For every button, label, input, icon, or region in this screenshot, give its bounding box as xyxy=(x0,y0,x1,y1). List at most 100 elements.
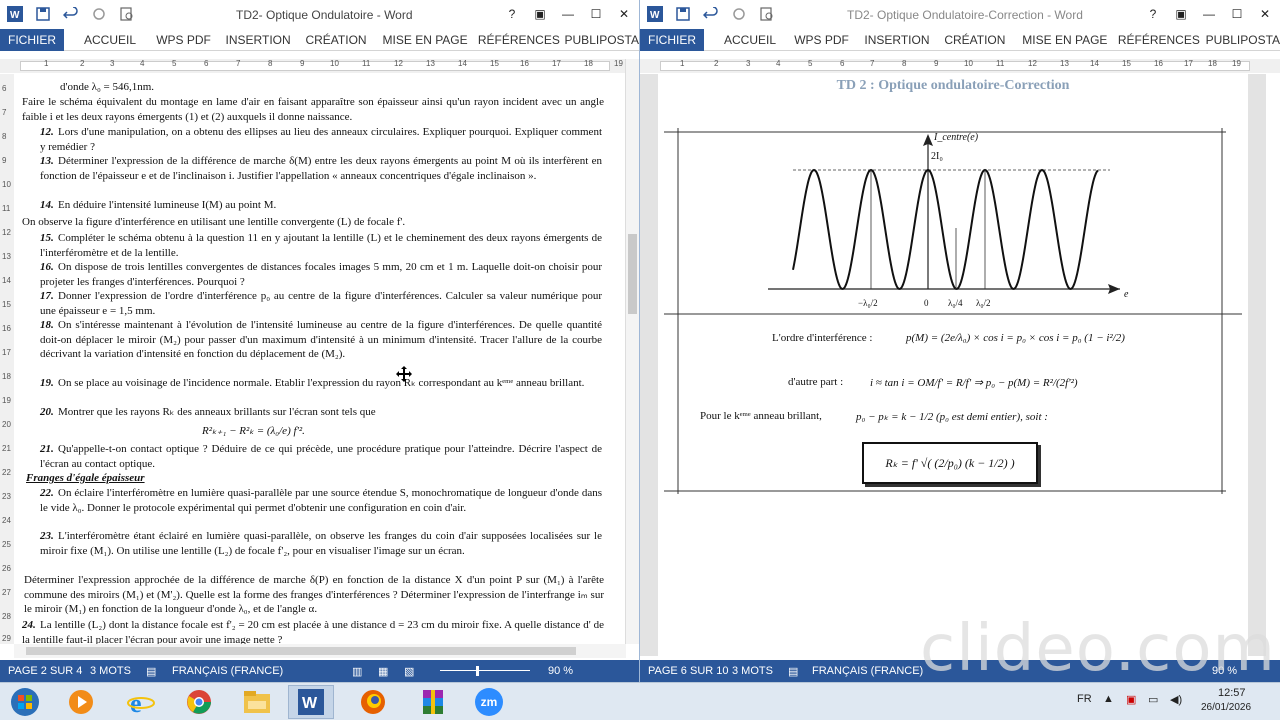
paragraph-q23[interactable]: 23. L'interféromètre étant éclairé en lum… xyxy=(40,529,602,558)
maximize-icon[interactable]: ☐ xyxy=(585,4,607,24)
minimize-icon[interactable]: — xyxy=(557,4,579,24)
tab-wps-pdf[interactable]: WPS PDF xyxy=(156,33,225,47)
scrollbar-thumb[interactable] xyxy=(628,234,637,314)
tab-accueil[interactable]: ACCUEIL xyxy=(84,33,156,47)
redo-icon[interactable] xyxy=(730,5,748,23)
equation-label[interactable]: L'ordre d'interférence : xyxy=(772,332,872,344)
undo-icon[interactable] xyxy=(702,5,720,23)
zoom-slider[interactable] xyxy=(430,666,548,676)
word-count[interactable]: 3 MOTS xyxy=(732,665,788,677)
equation-label[interactable]: Pour le kᵉᵐᵉ anneau brillant, xyxy=(700,410,822,422)
tab-publipostage[interactable]: PUBLIPOSTA xyxy=(1206,33,1280,47)
print-preview-icon[interactable] xyxy=(758,5,776,23)
help-icon[interactable]: ? xyxy=(501,4,523,24)
paragraph-q16[interactable]: 16. On dispose de trois lentilles converg… xyxy=(40,260,602,289)
paragraph-q13[interactable]: 13. Déterminer l'expression de la différe… xyxy=(40,154,602,183)
paragraph-q14[interactable]: 14. En déduire l'intensité lumineuse I(M)… xyxy=(40,198,602,213)
language[interactable]: FRANÇAIS (FRANCE) xyxy=(172,665,352,677)
clock-time[interactable]: 12:57 xyxy=(1218,687,1246,699)
equation-ring[interactable]: p₀ − pₖ = k − 1/2 (p₀ est demi entier), … xyxy=(856,410,1048,423)
tab-wps-pdf[interactable]: WPS PDF xyxy=(794,33,864,47)
tab-publipostage[interactable]: PUBLIPOSTA xyxy=(565,33,639,47)
firefox-icon[interactable] xyxy=(350,685,396,719)
horizontal-ruler[interactable]: 1 2 3 4 5 6 7 8 9 10 11 12 13 14 15 16 1… xyxy=(0,59,639,73)
undo-icon[interactable] xyxy=(62,5,80,23)
start-button[interactable] xyxy=(2,685,48,719)
equation-order[interactable]: p(M) = (2e/λ₀) × cos i = p₀ × cos i = p₀… xyxy=(906,332,1125,344)
keyboard-language[interactable]: FR xyxy=(1077,693,1092,705)
word-taskbar-button[interactable]: W xyxy=(288,685,334,719)
vertical-ruler[interactable]: 6 7 8 9 10 11 12 13 14 15 16 17 18 19 20… xyxy=(0,74,14,644)
paragraph-q20[interactable]: 20. Montrer que les rayons Rₖ des anneaux… xyxy=(40,405,602,420)
paragraph[interactable]: Déterminer l'expression approchée de la … xyxy=(24,573,604,617)
tab-insertion[interactable]: INSERTION xyxy=(226,33,306,47)
tab-creation[interactable]: CRÉATION xyxy=(305,33,382,47)
ribbon-display-icon[interactable]: ▣ xyxy=(1170,4,1192,24)
tab-accueil[interactable]: ACCUEIL xyxy=(724,33,794,47)
zoom-level[interactable]: 90 % xyxy=(548,665,573,677)
read-mode-icon[interactable]: ▥ xyxy=(352,665,378,678)
paragraph-q22[interactable]: 22. On éclaire l'interféromètre en lumièr… xyxy=(40,486,602,515)
file-explorer-icon[interactable] xyxy=(234,685,280,719)
page-count[interactable]: PAGE 2 SUR 4 xyxy=(8,665,90,677)
tab-mise-en-page[interactable]: MISE EN PAGE xyxy=(383,33,478,47)
ribbon-display-icon[interactable]: ▣ xyxy=(529,4,551,24)
paragraph[interactable]: On observe la figure d'interférence en u… xyxy=(22,215,604,230)
horizontal-scrollbar[interactable] xyxy=(14,644,626,658)
equation-approx[interactable]: i ≈ tan i = OM/f' = R/f' ⇒ p₀ − p(M) = R… xyxy=(870,376,1078,389)
document-page[interactable]: d'onde λ₀ = 546,1nm. Faire le schéma équ… xyxy=(16,74,624,644)
paragraph-q19[interactable]: 19. On se place au voisinage de l'inciden… xyxy=(40,376,602,391)
vertical-scrollbar[interactable] xyxy=(625,59,639,644)
redo-icon[interactable] xyxy=(90,5,108,23)
paragraph-q15[interactable]: 15. Compléter le schéma obtenu à la quest… xyxy=(40,231,602,260)
paragraph[interactable]: d'onde λ₀ = 546,1nm. xyxy=(60,80,620,95)
paragraph-q18[interactable]: 18. On s'intéresse maintenant à l'évoluti… xyxy=(40,318,602,362)
paragraph-q24[interactable]: 24. La lentille (L₂) dont la distance foc… xyxy=(22,618,604,644)
save-icon[interactable] xyxy=(34,5,52,23)
zoom-app-icon[interactable]: zm xyxy=(466,685,512,719)
section-heading[interactable]: Franges d'égale épaisseur xyxy=(26,471,326,486)
word-icon[interactable]: W xyxy=(646,5,664,23)
clock-date[interactable]: 26/01/2026 xyxy=(1201,702,1251,713)
minimize-icon[interactable]: — xyxy=(1198,4,1220,24)
tab-references[interactable]: RÉFÉRENCES xyxy=(478,33,565,47)
tab-insertion[interactable]: INSERTION xyxy=(864,33,944,47)
web-layout-icon[interactable]: ▧ xyxy=(404,665,430,678)
scrollbar-thumb[interactable] xyxy=(26,647,576,655)
word-icon[interactable]: W xyxy=(6,5,24,23)
equation[interactable]: R²ₖ₊₁ − R²ₖ = (λ₀/e) f'². xyxy=(202,424,402,439)
volume-icon[interactable]: ◀) xyxy=(1170,693,1182,706)
tab-references[interactable]: RÉFÉRENCES xyxy=(1118,33,1206,47)
document-page[interactable]: TD 2 : Optique ondulatoire-Correction I_… xyxy=(658,74,1248,656)
chrome-icon[interactable] xyxy=(176,685,222,719)
close-icon[interactable]: ✕ xyxy=(1254,4,1276,24)
tab-creation[interactable]: CRÉATION xyxy=(944,33,1022,47)
network-warning-icon[interactable]: ▣ xyxy=(1126,693,1136,706)
maximize-icon[interactable]: ☐ xyxy=(1226,4,1248,24)
tab-mise-en-page[interactable]: MISE EN PAGE xyxy=(1022,33,1118,47)
equation-label[interactable]: d'autre part : xyxy=(788,376,843,388)
display-icon[interactable]: ▭ xyxy=(1148,693,1158,706)
tray-expand-icon[interactable]: ▲ xyxy=(1103,693,1114,705)
proofing-icon[interactable]: ▤ xyxy=(146,665,172,678)
tab-fichier[interactable]: FICHIER xyxy=(0,28,64,51)
print-preview-icon[interactable] xyxy=(118,5,136,23)
boxed-result[interactable]: Rₖ = f' √( (2/p₀) (k − 1/2) ) xyxy=(862,442,1038,484)
paragraph-q12[interactable]: 12. Lors d'une manipulation, on a obtenu … xyxy=(40,125,602,154)
save-icon[interactable] xyxy=(674,5,692,23)
help-icon[interactable]: ? xyxy=(1142,4,1164,24)
media-player-icon[interactable] xyxy=(58,685,104,719)
doc-title[interactable]: TD 2 : Optique ondulatoire-Correction xyxy=(658,78,1248,94)
horizontal-ruler[interactable]: 1 2 3 4 5 6 7 8 9 10 11 12 13 14 15 16 1… xyxy=(640,59,1280,73)
paragraph-q21[interactable]: 21. Qu'appelle-t-on contact optique ? Déd… xyxy=(40,442,602,471)
tab-fichier[interactable]: FICHIER xyxy=(640,28,704,51)
page-count[interactable]: PAGE 6 SUR 10 xyxy=(648,665,732,677)
paragraph-q17[interactable]: 17. Donner l'expression de l'ordre d'inte… xyxy=(40,289,602,318)
print-layout-icon[interactable]: ▦ xyxy=(378,665,404,678)
paragraph[interactable]: Faire le schéma équivalent du montage en… xyxy=(22,95,604,124)
proofing-icon[interactable]: ▤ xyxy=(788,665,812,678)
winrar-icon[interactable] xyxy=(410,685,456,719)
close-icon[interactable]: ✕ xyxy=(613,4,635,24)
word-count[interactable]: 3 MOTS xyxy=(90,665,146,677)
internet-explorer-icon[interactable]: e xyxy=(118,685,164,719)
